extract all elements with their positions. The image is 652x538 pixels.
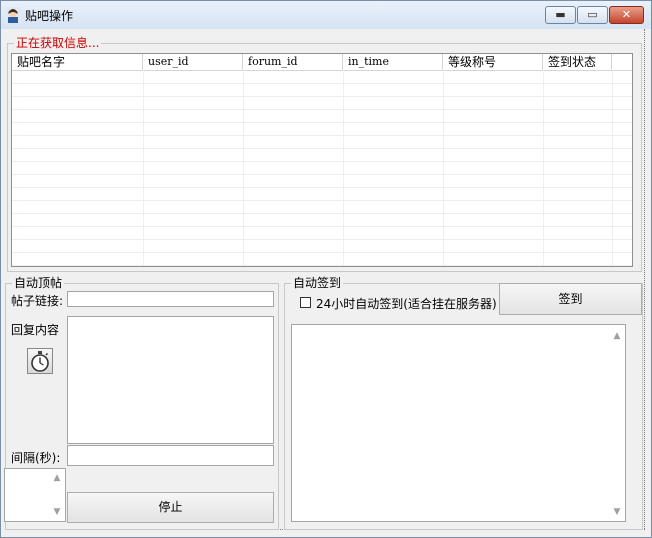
reply-content-label: 回复内容	[11, 323, 60, 337]
table-row[interactable]	[12, 227, 632, 240]
table-row[interactable]	[12, 71, 632, 84]
user-avatar-icon	[5, 7, 21, 23]
status-legend: 正在获取信息...	[14, 36, 102, 50]
table-row[interactable]	[12, 188, 632, 201]
column-divider	[343, 70, 344, 266]
title-bar[interactable]: 贴吧操作 ▬ ▭ ✕	[1, 1, 651, 30]
table-row[interactable]	[12, 253, 632, 266]
table-row[interactable]	[12, 162, 632, 175]
maximize-button[interactable]: ▭	[577, 6, 608, 24]
column-divider	[243, 70, 244, 266]
close-button[interactable]: ✕	[609, 6, 644, 24]
interval-input[interactable]	[67, 445, 274, 466]
table-row[interactable]	[12, 110, 632, 123]
table-row[interactable]	[12, 136, 632, 149]
table-row[interactable]	[12, 175, 632, 188]
stop-button[interactable]: 停止	[67, 492, 274, 523]
table-row[interactable]	[12, 123, 632, 136]
forum-list[interactable]: 贴吧名字 user_id forum_id in_time 等级称号 签到状态	[11, 53, 633, 267]
reply-content-textarea[interactable]	[67, 316, 274, 444]
signin-button[interactable]: 签到	[499, 283, 642, 315]
bump-log-box[interactable]: ▲ ▼	[4, 468, 66, 522]
post-link-input[interactable]	[67, 291, 274, 307]
column-header-level-title[interactable]: 等级称号	[443, 54, 543, 70]
column-header-user-id[interactable]: user_id	[143, 54, 243, 70]
scroll-down-icon[interactable]: ▼	[612, 507, 622, 517]
close-icon: ✕	[621, 8, 632, 21]
scroll-down-icon[interactable]: ▼	[52, 507, 62, 517]
column-header-forum-id[interactable]: forum_id	[243, 54, 343, 70]
column-divider	[443, 70, 444, 266]
post-link-label: 帖子链接:	[11, 294, 64, 308]
scroll-up-icon[interactable]: ▲	[612, 331, 622, 341]
minimize-button[interactable]: ▬	[545, 6, 576, 24]
column-header-in-time[interactable]: in_time	[343, 54, 443, 70]
form-border-right	[644, 29, 646, 529]
table-row[interactable]	[12, 214, 632, 227]
table-row[interactable]	[12, 240, 632, 253]
auto-signin-checkbox[interactable]	[300, 297, 311, 308]
timer-button[interactable]	[27, 348, 53, 374]
stopwatch-icon	[31, 351, 49, 372]
table-row[interactable]	[12, 201, 632, 214]
minimize-icon: ▬	[555, 8, 566, 21]
signin-button-label: 签到	[558, 292, 583, 306]
stop-button-label: 停止	[158, 500, 183, 514]
app-window: 贴吧操作 ▬ ▭ ✕ 正在获取信息... 贴吧名字 user_id forum_…	[0, 0, 652, 538]
column-header-forum-name[interactable]: 贴吧名字	[12, 54, 143, 70]
column-header-signin-status[interactable]: 签到状态	[543, 54, 612, 70]
signin-log-scrollbar[interactable]: ▲ ▼	[609, 325, 625, 521]
table-row[interactable]	[12, 97, 632, 110]
auto-bump-legend: 自动顶帖	[12, 276, 65, 290]
table-row[interactable]	[12, 149, 632, 162]
bump-log-scrollbar[interactable]: ▲ ▼	[49, 469, 65, 521]
maximize-icon: ▭	[587, 8, 598, 21]
auto-signin-checkbox-label[interactable]: 24小时自动签到(适合挂在服务器)	[316, 295, 497, 312]
column-divider	[543, 70, 544, 266]
window-title: 贴吧操作	[25, 9, 74, 23]
list-header: 贴吧名字 user_id forum_id in_time 等级称号 签到状态	[12, 54, 632, 71]
auto-signin-legend: 自动签到	[291, 276, 344, 290]
scroll-up-icon[interactable]: ▲	[52, 473, 62, 483]
table-row[interactable]	[12, 84, 632, 97]
column-divider	[143, 70, 144, 266]
interval-label: 间隔(秒):	[11, 451, 61, 465]
column-divider	[612, 70, 613, 266]
signin-log-box[interactable]: ▲ ▼	[291, 324, 626, 522]
